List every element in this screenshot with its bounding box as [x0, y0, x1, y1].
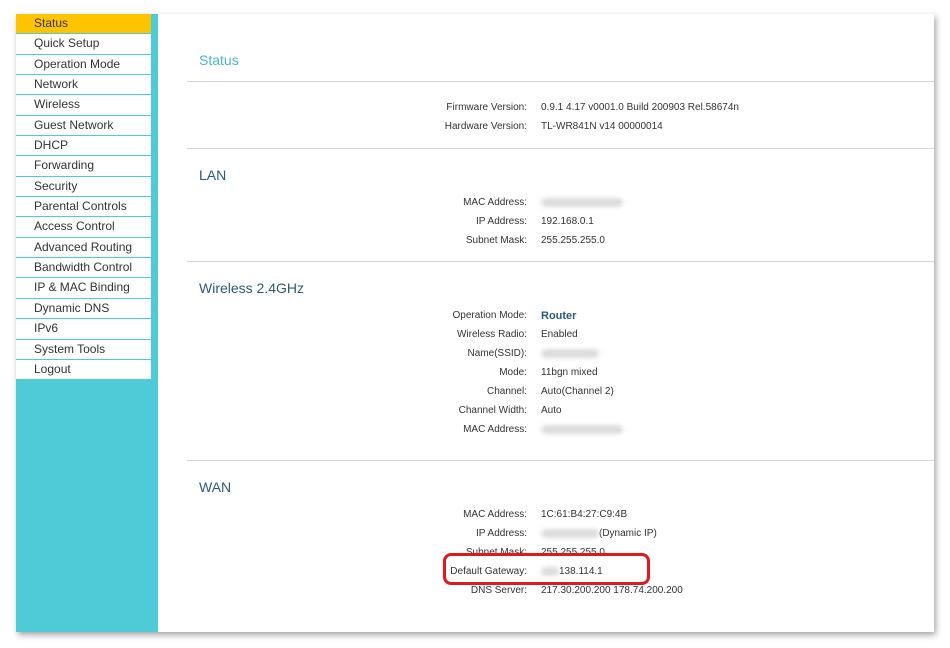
- status-content: Status Firmware Version: 0.9.1 4.17 v000…: [187, 14, 934, 632]
- wan-ip-label: IP Address:: [476, 528, 527, 539]
- wireless-ssid-row: Name(SSID):: [187, 348, 934, 366]
- sidebar-item-wireless[interactable]: Wireless: [16, 95, 151, 116]
- divider: [187, 148, 934, 149]
- gateway-highlight-box: [443, 553, 650, 585]
- wan-ip-row: IP Address: (Dynamic IP): [187, 528, 934, 546]
- wireless-mac-label: MAC Address:: [463, 424, 527, 435]
- sidebar-item-advanced-routing[interactable]: Advanced Routing: [16, 237, 151, 259]
- sidebar-item-bandwidth-control[interactable]: Bandwidth Control: [16, 258, 151, 279]
- lan-ip-row: IP Address: 192.168.0.1: [187, 216, 934, 234]
- sidebar-item-dynamic-dns[interactable]: Dynamic DNS: [16, 298, 151, 320]
- sidebar-item-guest-network[interactable]: Guest Network: [16, 115, 151, 137]
- hardware-label: Hardware Version:: [444, 121, 527, 132]
- wireless-opmode-label: Operation Mode:: [452, 310, 528, 321]
- lan-mask-label: Subnet Mask:: [465, 235, 527, 246]
- sidebar-item-dhcp[interactable]: DHCP: [16, 136, 151, 157]
- sidebar-menu: Status Quick Setup Operation Mode Networ…: [16, 14, 151, 381]
- wan-mac-label: MAC Address:: [463, 509, 527, 520]
- divider: [187, 460, 934, 461]
- sidebar-item-logout[interactable]: Logout: [16, 359, 151, 381]
- sidebar-item-operation-mode[interactable]: Operation Mode: [16, 54, 151, 76]
- wan-mac-value: 1C:61:B4:27:C9:4B: [541, 509, 628, 520]
- wireless-mode-row: Mode: 11bgn mixed: [187, 367, 934, 385]
- wireless-mac-row: MAC Address:: [187, 424, 934, 442]
- lan-mac-label: MAC Address:: [463, 197, 527, 208]
- sidebar-item-access-control[interactable]: Access Control: [16, 217, 151, 238]
- wireless-mode-label: Mode:: [499, 367, 527, 378]
- divider: [187, 81, 934, 82]
- sidebar-item-network[interactable]: Network: [16, 75, 151, 96]
- divider: [187, 261, 934, 262]
- lan-ip-label: IP Address:: [476, 216, 527, 227]
- wan-dns-row: DNS Server: 217.30.200.200 178.74.200.20…: [187, 585, 934, 603]
- sidebar-item-system-tools[interactable]: System Tools: [16, 339, 151, 360]
- page-title: Status: [199, 52, 239, 68]
- sidebar-item-status[interactable]: Status: [16, 14, 151, 35]
- wan-title: WAN: [199, 479, 232, 495]
- wireless-radio-value: Enabled: [541, 329, 578, 340]
- firmware-value: 0.9.1 4.17 v0001.0 Build 200903 Rel.5867…: [541, 102, 739, 113]
- wan-ip-type: (Dynamic IP): [599, 528, 657, 539]
- wireless-opmode-value: Router: [541, 310, 577, 322]
- wan-ip-value: (Dynamic IP): [541, 528, 657, 539]
- sidebar-item-security[interactable]: Security: [16, 176, 151, 198]
- wireless-title: Wireless 2.4GHz: [199, 280, 305, 296]
- sidebar-item-ipv6[interactable]: IPv6: [16, 319, 151, 340]
- wireless-ssid-value-redacted: [541, 348, 599, 359]
- wireless-opmode-row: Operation Mode: Router: [187, 310, 934, 328]
- wan-dns-value: 217.30.200.200 178.74.200.200: [541, 585, 683, 596]
- hardware-row: Hardware Version: TL-WR841N v14 00000014: [187, 121, 934, 139]
- sidebar-item-quick-setup[interactable]: Quick Setup: [16, 34, 151, 55]
- sidebar-item-forwarding[interactable]: Forwarding: [16, 156, 151, 177]
- firmware-label: Firmware Version:: [446, 102, 527, 113]
- wireless-radio-label: Wireless Radio:: [456, 329, 527, 340]
- sidebar-item-parental-controls[interactable]: Parental Controls: [16, 197, 151, 218]
- sidebar-item-ip-mac-binding[interactable]: IP & MAC Binding: [16, 278, 151, 299]
- wireless-mac-value-redacted: [541, 424, 623, 435]
- wireless-width-row: Channel Width: Auto: [187, 405, 934, 423]
- wireless-mode-value: 11bgn mixed: [541, 367, 598, 378]
- wireless-width-label: Channel Width:: [458, 405, 527, 416]
- wireless-channel-value: Auto(Channel 2): [541, 386, 614, 397]
- lan-ip-value: 192.168.0.1: [541, 216, 594, 227]
- wireless-channel-label: Channel:: [486, 386, 527, 397]
- wireless-radio-row: Wireless Radio: Enabled: [187, 329, 934, 347]
- lan-mac-row: MAC Address:: [187, 197, 934, 215]
- hardware-value: TL-WR841N v14 00000014: [541, 121, 663, 132]
- wireless-width-value: Auto: [541, 405, 562, 416]
- wireless-channel-row: Channel: Auto(Channel 2): [187, 386, 934, 404]
- lan-mask-row: Subnet Mask: 255.255.255.0: [187, 235, 934, 253]
- firmware-row: Firmware Version: 0.9.1 4.17 v0001.0 Bui…: [187, 102, 934, 120]
- wan-dns-label: DNS Server:: [470, 585, 527, 596]
- lan-title: LAN: [199, 167, 227, 183]
- lan-mac-value-redacted: [541, 197, 623, 208]
- wireless-ssid-label: Name(SSID):: [467, 348, 527, 359]
- wan-mac-row: MAC Address: 1C:61:B4:27:C9:4B: [187, 509, 934, 527]
- lan-mask-value: 255.255.255.0: [541, 235, 605, 246]
